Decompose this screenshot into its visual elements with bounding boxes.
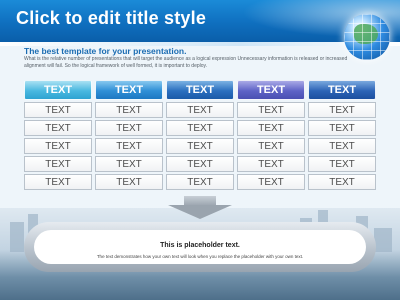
table-cell[interactable]: TEXT: [166, 120, 234, 136]
table-cell[interactable]: TEXT: [95, 138, 163, 154]
globe-grid: [344, 14, 390, 60]
slide-title[interactable]: Click to edit title style: [16, 8, 206, 29]
placeholder-title[interactable]: This is placeholder text.: [34, 242, 366, 249]
table-cell[interactable]: TEXT: [308, 102, 376, 118]
placeholder-text[interactable]: The text demonstrates how your own text …: [34, 254, 366, 259]
table-cell[interactable]: TEXT: [24, 102, 92, 118]
globe-icon: [344, 14, 390, 60]
table-cell[interactable]: TEXT: [237, 138, 305, 154]
table-cell[interactable]: TEXT: [95, 102, 163, 118]
table-cell[interactable]: TEXT: [237, 102, 305, 118]
table-cell[interactable]: TEXT: [95, 156, 163, 172]
table-cell[interactable]: TEXT: [237, 156, 305, 172]
table-cell[interactable]: TEXT: [166, 138, 234, 154]
intro-subtitle[interactable]: The best template for your presentation.: [24, 46, 186, 56]
table-cell[interactable]: TEXT: [308, 120, 376, 136]
building: [10, 222, 24, 252]
table-cell[interactable]: TEXT: [166, 174, 234, 190]
table-cell[interactable]: TEXT: [95, 120, 163, 136]
table-cell[interactable]: TEXT: [308, 174, 376, 190]
table-header-cell[interactable]: TEXT: [237, 80, 305, 100]
table-cell[interactable]: TEXT: [24, 138, 92, 154]
table-cell[interactable]: TEXT: [24, 174, 92, 190]
table-cell[interactable]: TEXT: [308, 156, 376, 172]
text-table: TEXT TEXT TEXT TEXT TEXT TEXT TEXT TEXT …: [24, 80, 376, 190]
table-cell[interactable]: TEXT: [166, 156, 234, 172]
table-cell[interactable]: TEXT: [24, 120, 92, 136]
table-header-cell[interactable]: TEXT: [308, 80, 376, 100]
table-cell[interactable]: TEXT: [237, 120, 305, 136]
table-cell[interactable]: TEXT: [166, 102, 234, 118]
intro-description[interactable]: What is the relative number of presentat…: [24, 56, 364, 70]
table-cell[interactable]: TEXT: [95, 174, 163, 190]
table-header-cell[interactable]: TEXT: [95, 80, 163, 100]
table-cell[interactable]: TEXT: [308, 138, 376, 154]
down-arrow-head: [168, 205, 232, 219]
table-header-cell[interactable]: TEXT: [166, 80, 234, 100]
title-bar: Click to edit title style: [0, 0, 400, 42]
building: [374, 228, 392, 252]
table-header-cell[interactable]: TEXT: [24, 80, 92, 100]
table-cell[interactable]: TEXT: [24, 156, 92, 172]
table-cell[interactable]: TEXT: [237, 174, 305, 190]
